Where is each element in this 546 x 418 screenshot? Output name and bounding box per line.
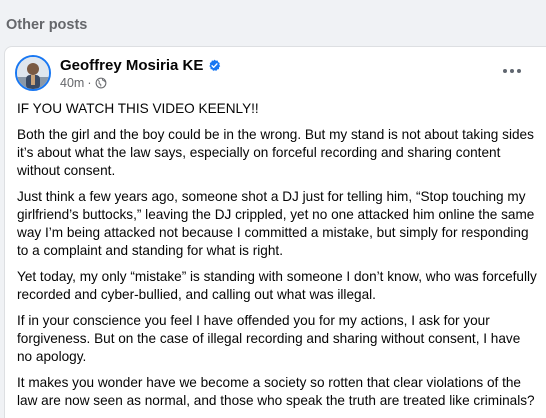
- avatar-image: [17, 57, 49, 89]
- more-options-icon-dot: [517, 69, 521, 73]
- post-meta: 40m ·: [60, 76, 107, 90]
- post-timestamp[interactable]: 40m: [60, 76, 84, 90]
- author-row: Geoffrey Mosiria KE: [60, 57, 221, 74]
- section-heading: Other posts: [6, 17, 88, 33]
- author-name[interactable]: Geoffrey Mosiria KE: [60, 57, 203, 74]
- author-avatar[interactable]: [15, 55, 51, 91]
- more-options-icon-dot: [503, 69, 507, 73]
- post-paragraph: If in your conscience you feel I have of…: [17, 313, 521, 364]
- post-paragraph: Just think a few years ago, someone shot…: [17, 189, 535, 258]
- more-options-icon-dot: [510, 69, 514, 73]
- post-card: Geoffrey Mosiria KE 40m · IF YOU WATCH T…: [4, 46, 546, 418]
- post-paragraph: It makes you wonder have we become a soc…: [17, 375, 535, 408]
- post-paragraph: Yet today, my only “mistake” is standing…: [17, 269, 537, 302]
- globe-icon[interactable]: [95, 77, 107, 89]
- verified-badge-icon: [208, 59, 221, 72]
- post-body: IF YOU WATCH THIS VIDEO KEENLY!! Both th…: [17, 100, 537, 418]
- more-options-button[interactable]: [498, 61, 526, 81]
- post-paragraph: Both the girl and the boy could be in th…: [17, 127, 534, 178]
- post-paragraph: IF YOU WATCH THIS VIDEO KEENLY!!: [17, 101, 259, 116]
- meta-separator: ·: [87, 76, 92, 90]
